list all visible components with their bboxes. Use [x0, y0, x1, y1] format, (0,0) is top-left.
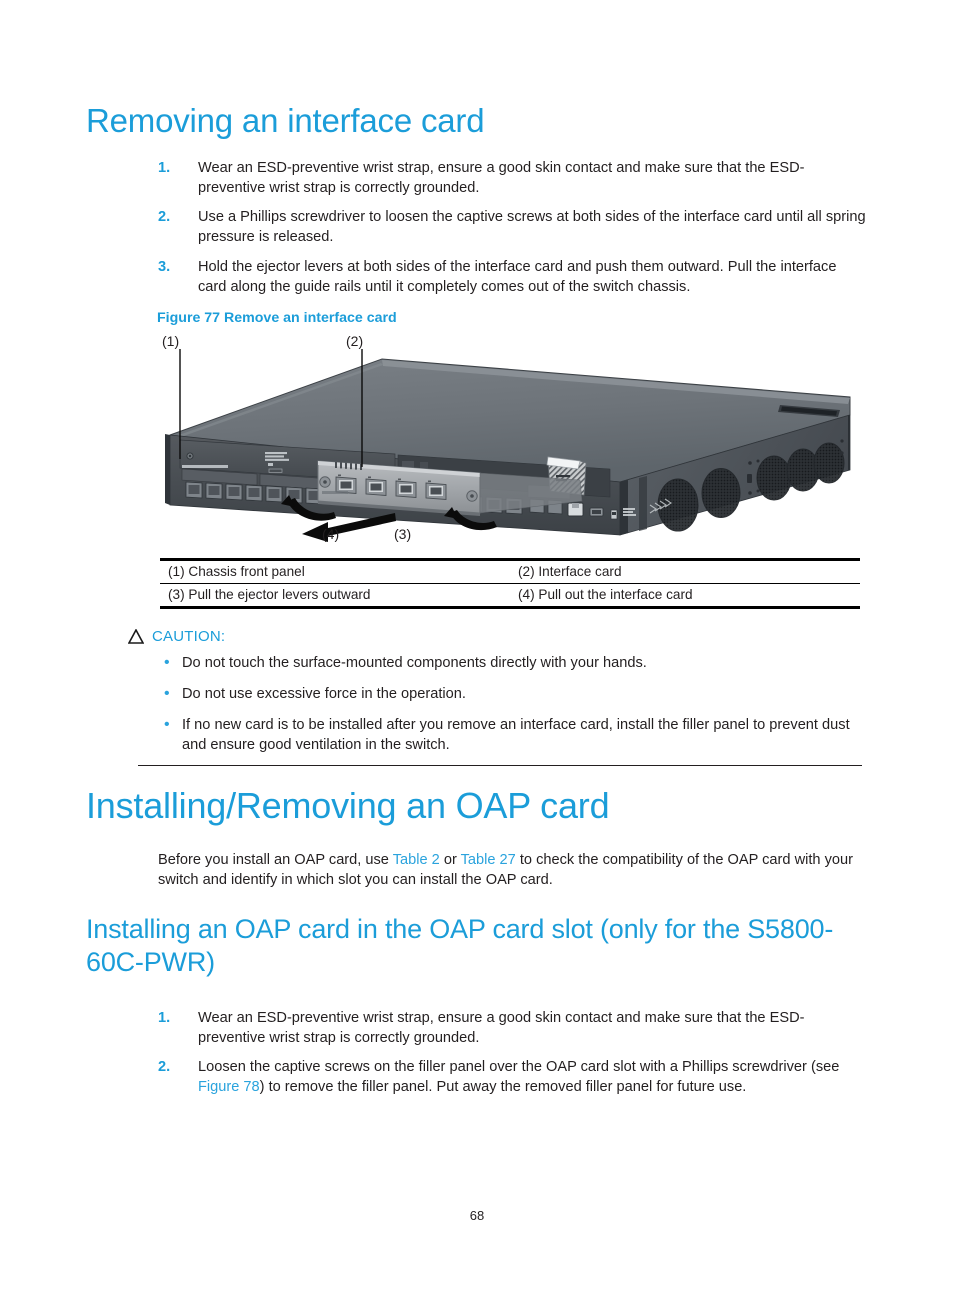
- bullet-icon: •: [164, 715, 170, 733]
- callout-label-2: (2): [346, 333, 364, 349]
- warning-triangle-icon: [128, 629, 144, 644]
- table-row: (1) Chassis front panel (2) Interface ca…: [160, 561, 860, 583]
- callout-label-4: (4): [322, 526, 340, 542]
- caution-header: CAUTION:: [128, 628, 862, 645]
- caution-bullet-list: • Do not touch the surface-mounted compo…: [128, 653, 862, 755]
- legend-cell-2: (2) Interface card: [518, 564, 622, 579]
- oap-intro-middle: or: [439, 852, 461, 868]
- step-number: 2.: [158, 209, 171, 226]
- bullet-icon: •: [164, 654, 170, 671]
- removing-steps-list: 1. Wear an ESD-preventive wrist strap, e…: [158, 158, 868, 306]
- page-title-removing-interface-card: Removing an interface card: [86, 102, 485, 139]
- switch-chassis-illustration: [165, 349, 851, 542]
- legend-cell-4: (4) Pull out the interface card: [518, 587, 693, 602]
- list-item: 1. Wear an ESD-preventive wrist strap, e…: [158, 1008, 868, 1048]
- step-text: Wear an ESD-preventive wrist strap, ensu…: [198, 1010, 805, 1047]
- callout-label-1: (1): [162, 333, 180, 349]
- step-text: Wear an ESD-preventive wrist strap, ensu…: [198, 160, 805, 197]
- link-table-2[interactable]: Table 2: [393, 852, 440, 868]
- section-heading-installing-oap-card-slot: Installing an OAP card in the OAP card s…: [86, 914, 834, 977]
- step-text: Loosen the captive screws on the filler …: [198, 1057, 868, 1097]
- figure-caption: Figure 77 Remove an interface card: [157, 310, 397, 326]
- step-text-before: Loosen the captive screws on the filler …: [198, 1059, 840, 1076]
- table-bottom-rule: [160, 606, 860, 609]
- list-item: 1. Wear an ESD-preventive wrist strap, e…: [158, 158, 868, 198]
- oap-intro-before: Before you install an OAP card, use: [158, 852, 393, 868]
- installing-oap-steps-list: 1. Wear an ESD-preventive wrist strap, e…: [158, 1008, 868, 1107]
- caution-item-text: If no new card is to be installed after …: [182, 716, 850, 753]
- list-item: • Do not use excessive force in the oper…: [164, 684, 862, 705]
- caution-item-text: Do not use excessive force in the operat…: [182, 685, 466, 702]
- step-number: 1.: [158, 160, 171, 176]
- list-item: 3. Hold the ejector levers at both sides…: [158, 257, 868, 297]
- list-item: • Do not touch the surface-mounted compo…: [164, 653, 862, 674]
- list-item: • If no new card is to be installed afte…: [164, 715, 862, 755]
- legend-cell-1: (1) Chassis front panel: [168, 564, 305, 579]
- figure-legend-table: (1) Chassis front panel (2) Interface ca…: [160, 558, 860, 609]
- caution-bottom-rule: [138, 764, 862, 767]
- table-row: (3) Pull the ejector levers outward (4) …: [160, 584, 860, 606]
- link-table-27[interactable]: Table 27: [461, 852, 516, 868]
- step-text-after: ) to remove the filler panel. Put away t…: [259, 1079, 747, 1096]
- caution-block: CAUTION: • Do not touch the surface-moun…: [128, 628, 862, 767]
- legend-cell-3: (3) Pull the ejector levers outward: [168, 587, 371, 602]
- list-item: 2. Loosen the captive screws on the fill…: [158, 1057, 868, 1097]
- bullet-icon: •: [164, 684, 170, 702]
- step-number: 1.: [158, 1010, 171, 1026]
- step-text: Use a Phillips screwdriver to loosen the…: [198, 209, 866, 246]
- figure-remove-interface-card: (1) (2) (3) (4): [150, 333, 870, 550]
- caution-label: CAUTION:: [152, 628, 226, 645]
- step-text: Hold the ejector levers at both sides of…: [198, 258, 837, 295]
- callout-label-3: (3): [394, 526, 412, 542]
- link-figure-78[interactable]: Figure 78: [198, 1079, 260, 1095]
- step-number: 3.: [158, 258, 171, 275]
- page-number: 68: [469, 1208, 485, 1223]
- step-number: 2.: [158, 1059, 171, 1076]
- caution-item-text: Do not touch the surface-mounted compone…: [182, 655, 647, 671]
- document-page: Removing an interface card 1. Wear an ES…: [0, 0, 954, 1294]
- list-item: 2. Use a Phillips screwdriver to loosen …: [158, 207, 868, 247]
- oap-intro-paragraph: Before you install an OAP card, use Tabl…: [158, 850, 870, 890]
- page-title-installing-removing-oap-card: Installing/Removing an OAP card: [86, 785, 610, 826]
